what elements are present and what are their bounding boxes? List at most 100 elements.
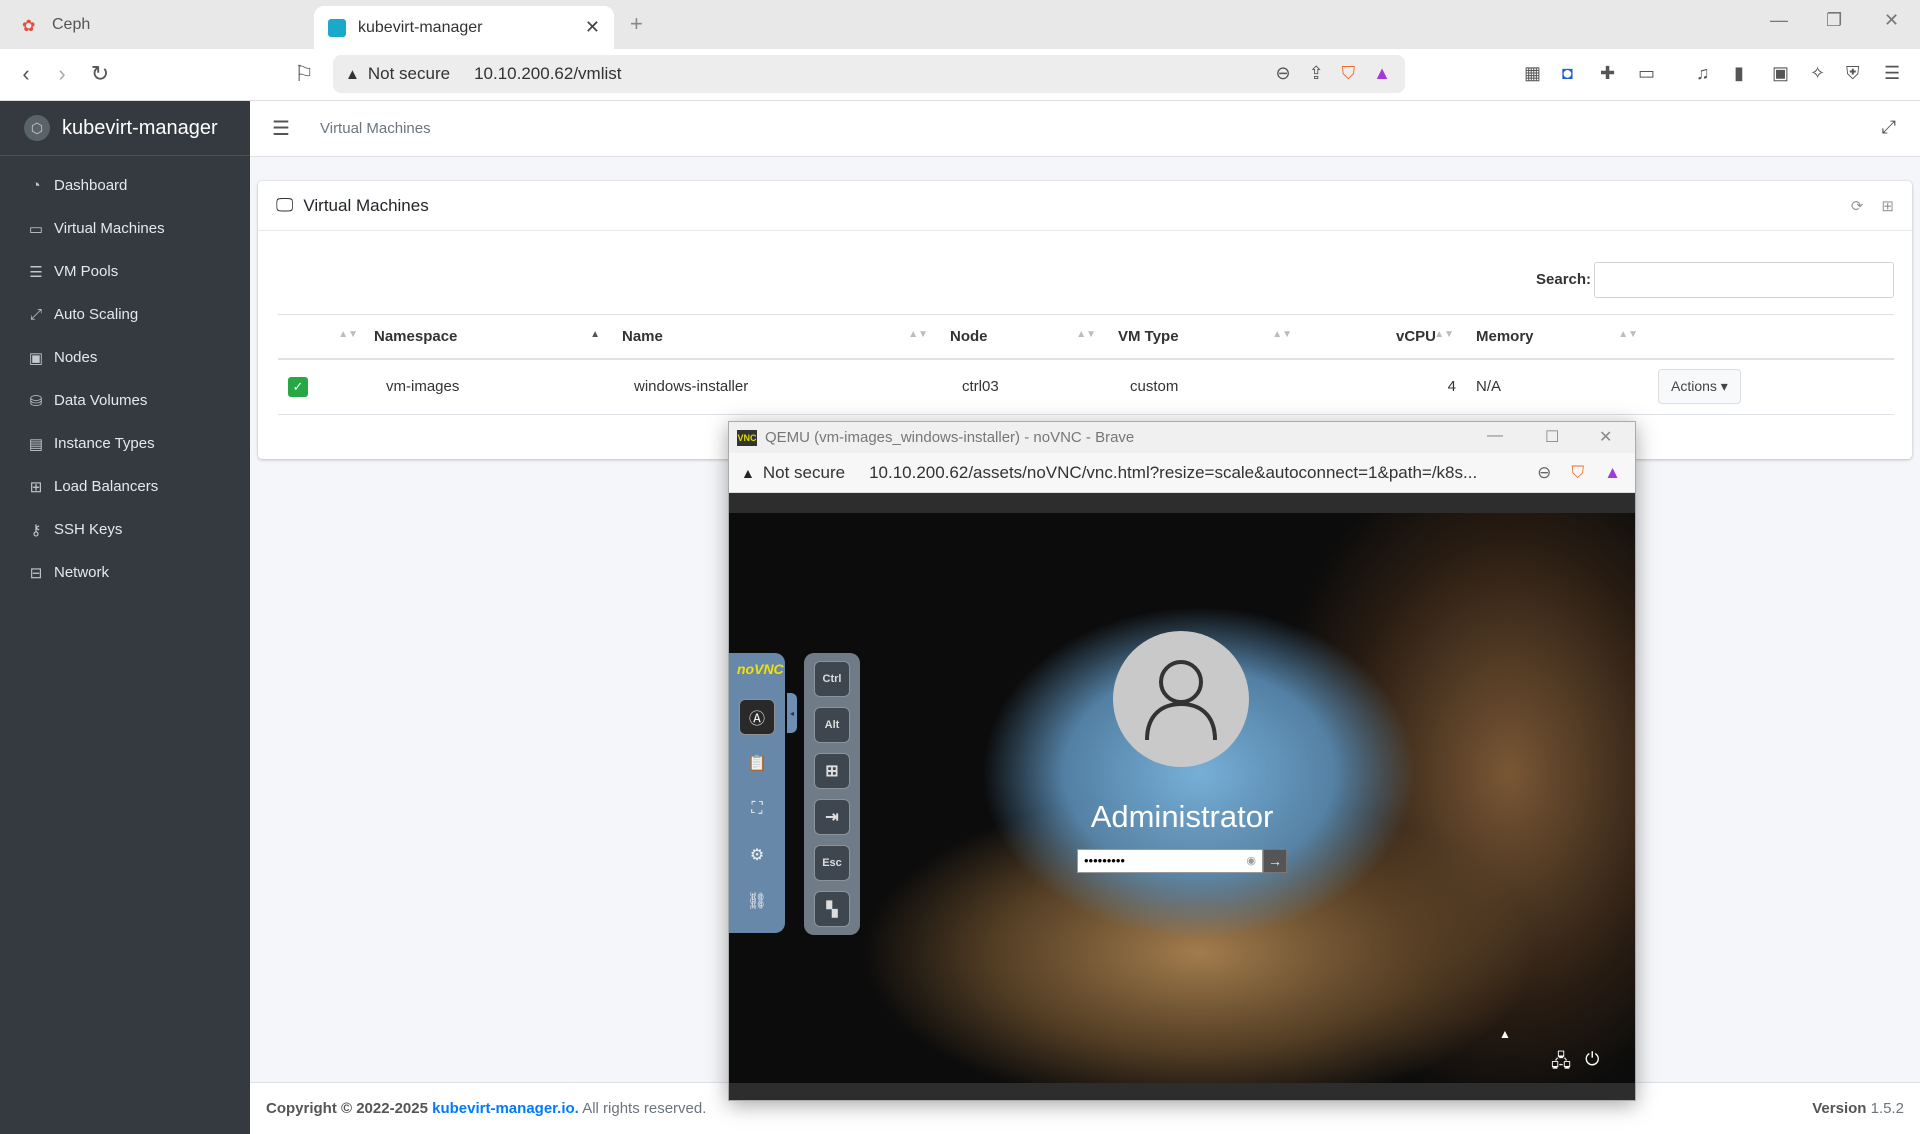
sidebar-item-label: VM Pools [54, 263, 119, 280]
sidebar-item-nodes[interactable]: ▣ Nodes [0, 336, 250, 379]
sort-icon: ▲▼ [338, 329, 358, 340]
minimize-icon[interactable]: — [1770, 10, 1788, 31]
address-bar[interactable]: ▲ Not secure 10.10.200.62/vmlist ⊖ ⇪ ⛉ ▲ [333, 55, 1405, 93]
sidebar-item-load-balancers[interactable]: ⊞ Load Balancers [0, 465, 250, 508]
ctrl-alt-del-icon[interactable]: ▚ [814, 891, 850, 927]
kubevirt-manager-link[interactable]: kubevirt-manager.io. [432, 1100, 579, 1117]
security-label: Not secure [367, 64, 451, 83]
add-vm-icon[interactable]: ⊞ [1881, 197, 1894, 215]
brave-shield-icon[interactable]: ⛉ [1571, 463, 1584, 483]
alt-key-button[interactable]: Alt [814, 707, 850, 743]
brave-rewards-icon[interactable]: ▲ [1373, 63, 1391, 84]
network-status-icon[interactable]: 🖧 [1551, 1049, 1571, 1079]
tab-ceph[interactable]: ✿ Ceph [8, 6, 308, 43]
refresh-icon[interactable]: ⟳ [1851, 197, 1864, 215]
sidebar-item-virtual-machines[interactable]: ▭ Virtual Machines [0, 207, 250, 250]
novnc-control-bar: noVNC Ⓐ 📋 ⛶ ⚙ ⛓ [729, 653, 785, 933]
hamburger-menu-icon[interactable]: ☰ [272, 116, 290, 141]
keyboard-icon[interactable]: Ⓐ [739, 699, 775, 735]
vpn-icon[interactable]: ⛨ [1846, 63, 1860, 84]
control-bar-handle[interactable]: ◂ [787, 693, 797, 733]
menu-icon[interactable]: ☰ [1884, 63, 1900, 84]
restore-icon[interactable]: ❐ [1826, 10, 1842, 31]
reload-icon[interactable]: ↻ [86, 61, 114, 87]
back-icon[interactable]: ‹ [12, 61, 40, 87]
bitwarden-icon[interactable]: ◘ [1562, 63, 1573, 84]
mouse-cursor-icon: ▲ [1499, 1027, 1511, 1041]
disconnect-icon[interactable]: ⛓ [739, 883, 775, 919]
sidebar-item-instance-types[interactable]: ▤ Instance Types [0, 422, 250, 465]
sidebar-item-vm-pools[interactable]: ☰ VM Pools [0, 250, 250, 293]
column-header-actions [1648, 314, 1894, 360]
close-icon[interactable]: ✕ [1599, 427, 1612, 447]
column-header-vcpu[interactable]: vCPU ▲▼ [1302, 314, 1464, 360]
sidebar-item-label: Auto Scaling [54, 306, 139, 323]
vnc-window-titlebar[interactable]: VNC QEMU (vm-images_windows-installer) -… [729, 422, 1635, 453]
brand-link[interactable]: ⬡ kubevirt-manager [0, 101, 250, 156]
qr-icon[interactable]: ▦ [1524, 63, 1541, 84]
music-icon[interactable]: ♫ [1696, 63, 1710, 84]
sort-icon: ▲▼ [1272, 329, 1292, 340]
windows-key-icon[interactable]: ⊞ [814, 753, 850, 789]
actions-dropdown-button[interactable]: Actions ▾ [1658, 369, 1741, 405]
column-label: Name [622, 327, 663, 345]
omni-actions: ⊖ ⇪ ⛉ ▲ [1275, 63, 1391, 84]
vnc-address-bar[interactable]: ▲ Not secure 10.10.200.62/assets/noVNC/v… [729, 453, 1635, 493]
submit-password-button[interactable]: → [1263, 849, 1287, 873]
ctrl-key-button[interactable]: Ctrl [814, 661, 850, 697]
close-tab-icon[interactable]: ✕ [585, 17, 600, 38]
vnc-screen[interactable]: Administrator ••••••••• ◉ → noVNC Ⓐ 📋 ⛶ … [729, 493, 1635, 1100]
column-header-namespace[interactable]: Namespace ▲ [368, 314, 610, 360]
extra-keys-panel: Ctrl Alt ⊞ ⇥ Esc ▚ [804, 653, 860, 935]
vnc-favicon-icon: VNC [737, 429, 757, 446]
esc-key-button[interactable]: Esc [814, 845, 850, 881]
leo-icon[interactable]: ✧ [1810, 63, 1825, 84]
sidebar-item-network[interactable]: ⊟ Network [0, 551, 250, 594]
power-icon[interactable]: ⏻ [1585, 1049, 1599, 1079]
wallet-icon[interactable]: ▣ [1772, 63, 1789, 84]
sidebar-item-data-volumes[interactable]: ⛁ Data Volumes [0, 379, 250, 422]
brave-rewards-icon[interactable]: ▲ [1604, 463, 1621, 483]
tab-kubevirt-manager[interactable]: kubevirt-manager ✕ [314, 6, 614, 49]
vnc-address-actions: ⊖ ⛉ ▲ [1537, 463, 1621, 483]
sidebar-item-auto-scaling[interactable]: ⤢ Auto Scaling [0, 293, 250, 336]
sidebar-item-ssh-keys[interactable]: ⚷ SSH Keys [0, 508, 250, 551]
sitemap-icon: ⊞ [29, 478, 43, 496]
settings-gear-icon[interactable]: ⚙ [739, 837, 775, 873]
zoom-icon[interactable]: ⊖ [1275, 63, 1290, 84]
column-header-name[interactable]: Name ▲▼ [610, 314, 938, 360]
brave-shield-icon[interactable]: ⛉ [1342, 63, 1356, 84]
minimize-icon[interactable]: — [1487, 427, 1503, 445]
extensions-icon[interactable]: ✚ [1600, 63, 1615, 84]
sidebar-item-label: Network [54, 564, 110, 581]
reveal-password-icon[interactable]: ◉ [1246, 850, 1256, 872]
breadcrumb[interactable]: Virtual Machines [320, 120, 431, 137]
forward-icon[interactable]: › [48, 61, 76, 87]
fullscreen-icon[interactable]: ⤢ [1882, 117, 1896, 138]
warning-icon: ▲ [345, 65, 360, 83]
share-icon[interactable]: ⇪ [1309, 63, 1324, 84]
bookmark-icon[interactable]: ⚐ [290, 61, 318, 87]
close-icon[interactable]: ✕ [1884, 10, 1899, 31]
column-header-status[interactable]: ▲▼ [278, 314, 368, 360]
tab-key-icon[interactable]: ⇥ [814, 799, 850, 835]
lockscreen-system-icons: 🖧 ⏻ [1551, 1049, 1599, 1079]
zoom-icon[interactable]: ⊖ [1537, 463, 1551, 483]
column-header-node[interactable]: Node ▲▼ [938, 314, 1106, 360]
password-mask: ••••••••• [1084, 853, 1125, 868]
new-tab-icon[interactable]: + [630, 11, 643, 37]
reader-icon[interactable]: ▭ [1638, 63, 1655, 84]
sort-icon: ▲▼ [908, 329, 928, 340]
maximize-icon[interactable]: ☐ [1545, 427, 1559, 447]
column-header-vm-type[interactable]: VM Type ▲▼ [1106, 314, 1302, 360]
column-header-memory[interactable]: Memory ▲▼ [1464, 314, 1648, 360]
fullscreen-toggle-icon[interactable]: ⛶ [739, 791, 775, 827]
login-username: Administrator [1090, 799, 1274, 834]
version-label: Version [1812, 1100, 1867, 1117]
sidebar-item-dashboard[interactable]: ◔ Dashboard [0, 164, 250, 207]
sidebar-toggle-icon[interactable]: ▮ [1734, 63, 1744, 84]
column-label: Memory [1476, 327, 1534, 345]
clipboard-icon[interactable]: 📋 [739, 745, 775, 781]
password-input[interactable]: ••••••••• ◉ [1077, 849, 1263, 873]
search-input[interactable] [1594, 262, 1894, 298]
